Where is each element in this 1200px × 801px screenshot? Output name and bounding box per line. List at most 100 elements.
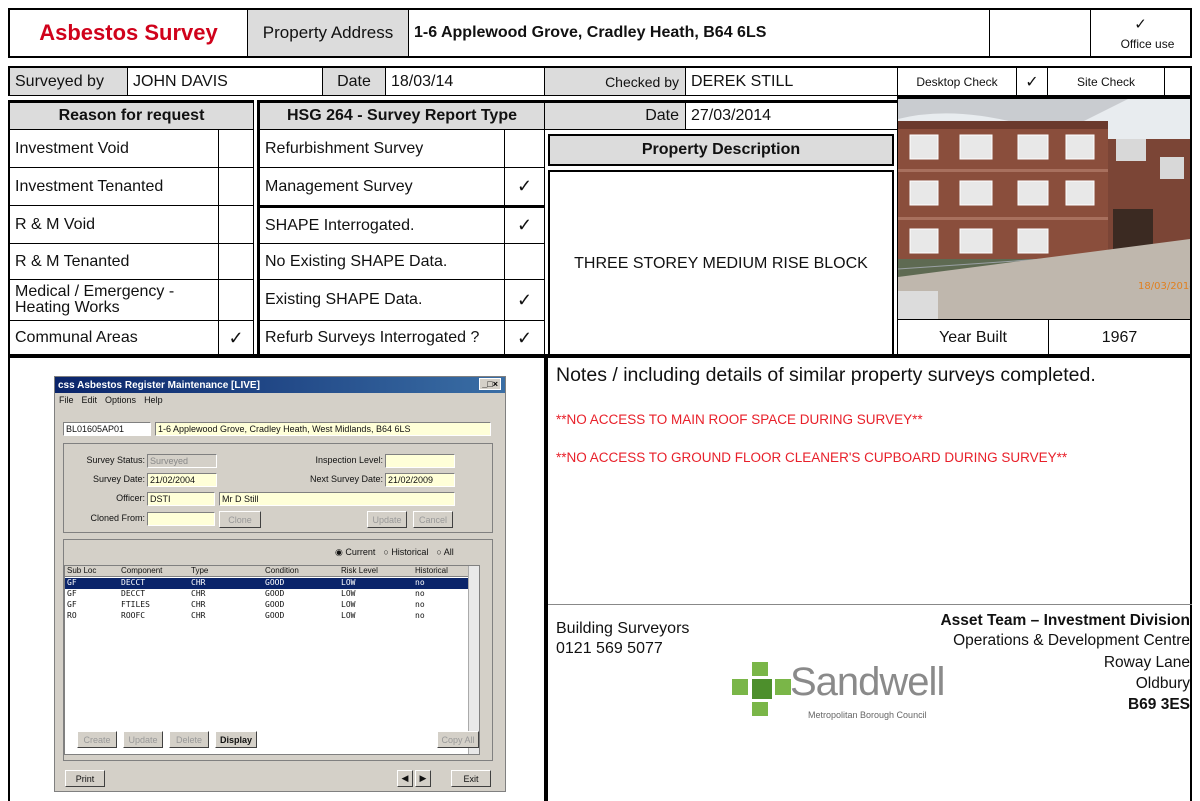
next-record-icon[interactable]: ▶ [415,770,431,787]
note-no-access-roof: **NO ACCESS TO MAIN ROOF SPACE DURING SU… [556,412,923,427]
office-blank [989,8,1091,58]
date-label-text: Date [337,72,371,90]
cell: GF [67,578,77,587]
building-photo-image: 18/03/2014 [898,99,1190,319]
cell: GOOD [265,600,285,609]
cell: no [415,578,425,587]
reason-row: Investment Tenanted [8,167,219,206]
filter-radios: ◉ Current ○ Historical ○ All [335,547,454,558]
clone-button[interactable]: Clone [219,511,261,528]
reason-row: Investment Void [8,129,219,168]
address-line-1: Operations & Development Centre [953,632,1190,649]
cancel-button[interactable]: Cancel [413,511,453,528]
reason-tick [218,129,254,168]
table-header: Sub Loc Component Type Condition Risk Le… [65,566,469,577]
table-scrollbar[interactable] [468,566,479,754]
survey-date-field[interactable]: 21/02/2004 [147,473,217,487]
check-date-value: 27/03/2014 [691,107,772,124]
survey-date-value: 18/03/14 [391,72,454,90]
hsg-tick: ✓ [504,167,545,206]
col-condition[interactable]: Condition [265,566,299,575]
photo-date-stamp: 18/03/2014 [1138,281,1190,292]
next-date-field[interactable]: 21/02/2009 [385,473,455,487]
check-date: 27/03/2014 [685,100,898,130]
hsg-heading-text: HSG 264 - Survey Report Type [287,107,517,124]
components-table[interactable]: Sub Loc Component Type Condition Risk Le… [64,565,480,755]
copy-all-button[interactable]: Copy All [437,731,479,748]
property-description-heading: Property Description [548,134,894,166]
year-built-value: 1967 [1101,328,1138,346]
col-risk[interactable]: Risk Level [341,566,378,575]
create-button[interactable]: Create [77,731,117,748]
address-line-4: B69 3ES [1127,696,1190,713]
cell: DECCT [121,589,146,598]
table-row[interactable]: RO ROOFC CHR GOOD LOW no [65,611,469,622]
radio-all[interactable]: ○ All [436,547,453,558]
property-photo: 18/03/2014 [897,96,1192,320]
property-address-text: 1-6 Applewood Grove, Cradley Heath, B64 … [414,24,767,41]
hsg-tick: ✓ [504,279,545,321]
site-check-label: Site Check [1047,66,1165,96]
hsg-tick-mark: ✓ [516,327,533,348]
menu-edit[interactable]: Edit [82,395,98,405]
reason-label: R & M Void [15,215,96,233]
display-button[interactable]: Display [215,731,257,748]
logo-subtitle: Metropolitan Borough Council [808,710,927,720]
survey-date-label: Survey Date: [92,474,145,484]
radio-historical[interactable]: ○ Historical [383,547,428,558]
date-label: Date [322,66,386,96]
site-check-tick [1164,66,1192,96]
prev-record-icon[interactable]: ◀ [397,770,413,787]
reason-label: Communal Areas [15,329,138,346]
address-field[interactable]: 1-6 Applewood Grove, Cradley Heath, West… [155,422,491,436]
cell: LOW [341,600,356,609]
hsg-row: Refurb Surveys Interrogated ? [257,320,505,356]
checked-by-label: Checked by [544,66,686,96]
hsg-tick-mark: ✓ [516,289,533,310]
officer-code-field[interactable]: DSTI [147,492,215,506]
table-row[interactable]: GF DECCT CHR GOOD LOW no [65,578,469,589]
section-divider [8,354,1192,358]
col-type[interactable]: Type [191,566,208,575]
ref-field[interactable]: BL01605AP01 [63,422,151,436]
cell: CHR [191,600,206,609]
reason-row: Communal Areas [8,320,219,356]
cell: FTILES [121,600,150,609]
cell: RO [67,611,77,620]
address-line-3: Oldbury [1135,675,1190,692]
menu-file[interactable]: File [59,395,74,405]
hsg-label: Management Survey [265,177,413,195]
col-historical[interactable]: Historical [415,566,448,575]
row-update-button[interactable]: Update [123,731,163,748]
property-description: THREE STOREY MEDIUM RISE BLOCK [548,170,894,356]
reason-heading-text: Reason for request [58,107,205,124]
exit-button[interactable]: Exit [451,770,491,787]
cloned-field[interactable] [147,512,215,526]
print-button[interactable]: Print [65,770,105,787]
reason-row: Medical / Emergency - Heating Works [8,279,219,321]
table-row[interactable]: GF DECCT CHR GOOD LOW no [65,589,469,600]
window-controls-icon[interactable]: _□× [479,378,501,390]
check-date-label: Date [544,100,686,130]
menu-options[interactable]: Options [105,395,136,405]
table-row[interactable]: GF FTILES CHR GOOD LOW no [65,600,469,611]
cell: GOOD [265,589,285,598]
hsg-tick: ✓ [504,205,545,244]
inspection-field[interactable] [385,454,455,468]
radio-current[interactable]: ◉ Current [335,547,375,558]
desktop-tick: ✓ [1025,73,1039,91]
right-border [1190,356,1192,801]
property-address-label: Property Address [247,8,409,58]
officer-name-field[interactable]: Mr D Still [219,492,455,506]
status-select[interactable]: Surveyed [147,454,217,468]
reason-heading: Reason for request [8,100,254,130]
delete-button[interactable]: Delete [169,731,209,748]
menu-help[interactable]: Help [144,395,163,405]
col-component[interactable]: Component [121,566,162,575]
hsg-tick: ✓ [504,320,545,356]
col-subloc[interactable]: Sub Loc [67,566,96,575]
update-button[interactable]: Update [367,511,407,528]
office-tick: ✓ [1134,16,1147,33]
radio-all-label: All [443,547,454,557]
reason-tick: ✓ [218,320,254,356]
